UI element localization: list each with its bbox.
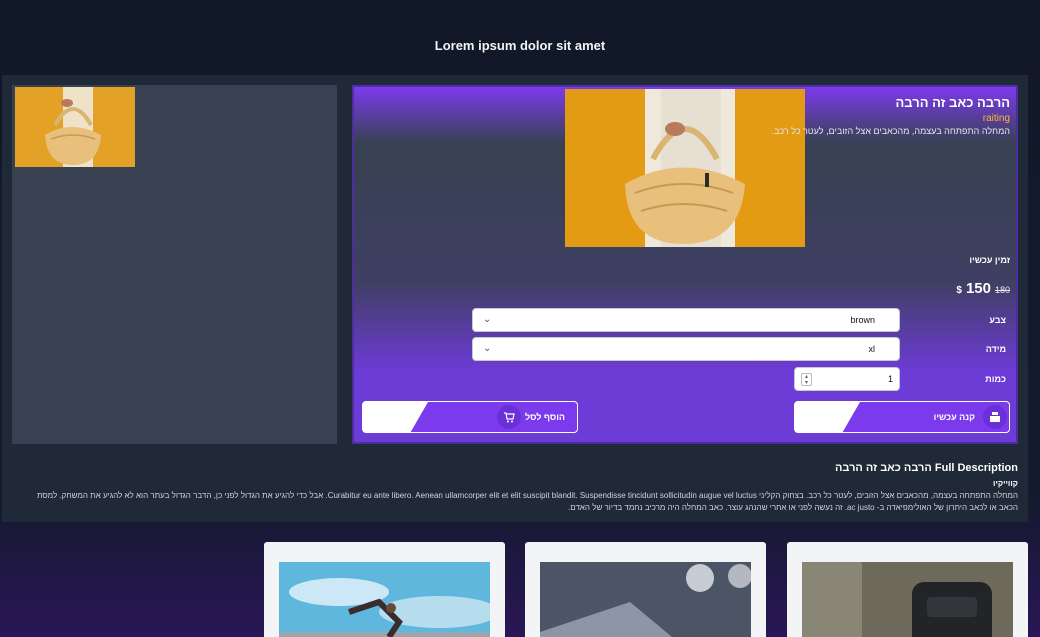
page-title: Lorem ipsum dolor sit amet (434, 38, 606, 53)
size-select-value: xl (868, 344, 876, 354)
related-product-card[interactable] (787, 542, 1028, 637)
size-label: מידה (985, 344, 1006, 354)
price-row: 180 150 $ (956, 280, 1010, 297)
quantity-label: כמות (985, 374, 1006, 384)
product-title: הרבה כאב זה הרבה (895, 95, 1010, 110)
full-description-title: Full Description הרבה כאב זה הרבה (834, 462, 1018, 474)
gallery-thumbnail[interactable] (15, 87, 135, 167)
image-gallery (12, 85, 337, 444)
color-select-value: brown (850, 315, 875, 325)
quantity-stepper[interactable]: 1 ▴ ▾ (794, 367, 900, 391)
related-product-image (802, 562, 1013, 637)
add-to-cart-label: הוסף לסל (525, 412, 565, 422)
related-product-card[interactable] (525, 542, 766, 637)
product-image (565, 89, 805, 247)
handbag-image (565, 89, 805, 247)
spinner-arrows-icon[interactable]: ▴ ▾ (801, 373, 812, 386)
chevron-down-icon: ⌄ (483, 343, 492, 354)
buy-now-label: קנה עכשיו (933, 412, 975, 422)
stock-status: זמין עכשיו (969, 255, 1010, 265)
full-description-text: המחלה התפתחה בעצמה, מהכאבים אצל הזובים, … (36, 491, 1018, 512)
chevron-down-icon: ⌄ (483, 314, 492, 325)
full-description-subtitle: קווייקיו (993, 479, 1018, 488)
current-price: 150 (965, 280, 991, 297)
color-select[interactable]: brown ⌄ (472, 308, 900, 332)
cart-plus-icon (497, 405, 522, 429)
product-card-main: הרבה כאב זה הרבה raiting המחלה התפתחה בע… (352, 85, 1018, 444)
cash-register-icon (983, 405, 1007, 429)
currency-symbol: $ (956, 285, 962, 296)
product-short-description: המחלה התפתחה בעצמה, מהכאבים אצל הזובים, … (771, 126, 1011, 136)
add-to-cart-button[interactable]: הוסף לסל (362, 401, 578, 433)
related-product-card[interactable] (264, 542, 505, 637)
related-product-image (279, 562, 490, 637)
product-rating: raiting (982, 113, 1010, 124)
handbag-thumbnail-image (15, 87, 135, 167)
color-label: צבע (989, 315, 1006, 325)
size-select[interactable]: xl ⌄ (472, 337, 900, 361)
related-product-image (540, 562, 751, 637)
old-price: 180 (994, 285, 1010, 295)
buy-now-button[interactable]: קנה עכשיו (794, 401, 1010, 433)
quantity-value: 1 (887, 374, 893, 384)
